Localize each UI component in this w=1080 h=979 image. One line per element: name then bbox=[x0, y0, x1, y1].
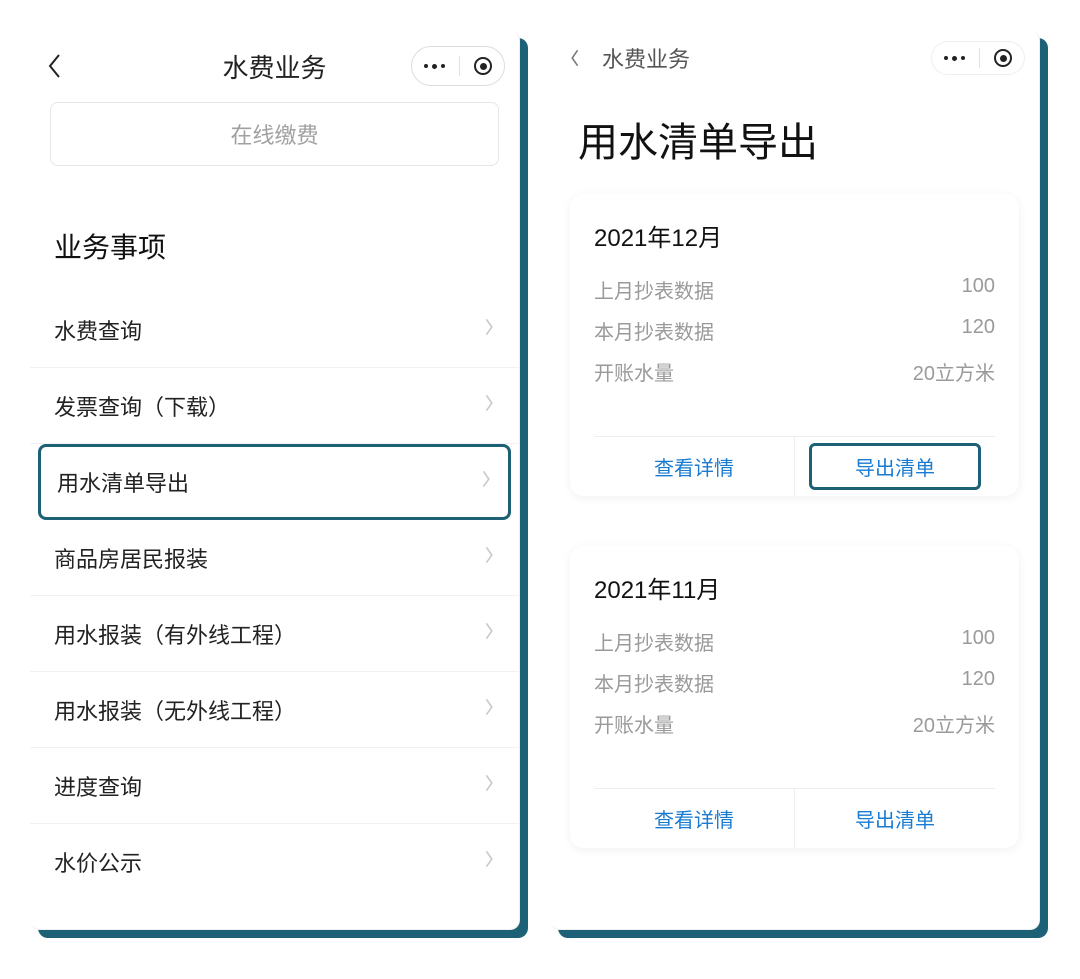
list-item[interactable]: 水费查询 bbox=[30, 292, 519, 368]
usage-card-list: 2021年12月上月抄表数据100本月抄表数据120开账水量20立方米查看详情导… bbox=[550, 194, 1039, 848]
row-label: 本月抄表数据 bbox=[594, 668, 714, 697]
close-target-icon[interactable] bbox=[994, 49, 1012, 67]
header-title: 水费业务 bbox=[602, 42, 690, 74]
screen-water-business: 水费业务 在线缴费 业务事项 水费查询发票查询（下载） 用水清单导出商品房居民报装… bbox=[30, 30, 520, 930]
online-pay-card: 在线缴费 bbox=[30, 102, 519, 176]
more-icon[interactable] bbox=[424, 64, 445, 69]
business-list: 水费查询发票查询（下载） 用水清单导出商品房居民报装用水报装（有外线工程） 用水报装… bbox=[30, 292, 519, 900]
online-pay-label: 在线缴费 bbox=[230, 118, 318, 150]
list-item-label: 商品房居民报装 bbox=[54, 542, 208, 574]
row-prev-meter: 上月抄表数据 100 bbox=[594, 621, 995, 662]
close-target-icon[interactable] bbox=[474, 57, 492, 75]
wechat-capsule[interactable] bbox=[411, 46, 505, 86]
row-value: 20立方米 bbox=[913, 709, 995, 738]
list-item-label: 水价公示 bbox=[54, 846, 142, 878]
back-icon[interactable] bbox=[564, 48, 584, 68]
chevron-right-icon bbox=[484, 393, 495, 419]
action-label: 查看详情 bbox=[654, 452, 734, 481]
row-billed-amount: 开账水量 20立方米 bbox=[594, 351, 995, 392]
more-icon[interactable] bbox=[944, 56, 965, 61]
chevron-right-icon bbox=[484, 621, 495, 647]
list-item[interactable]: 用水报装（无外线工程） bbox=[30, 672, 519, 748]
row-this-meter: 本月抄表数据 120 bbox=[594, 310, 995, 351]
chevron-right-icon bbox=[484, 773, 495, 799]
row-label: 本月抄表数据 bbox=[594, 316, 714, 345]
card-actions: 查看详情 导出清单 bbox=[594, 436, 995, 496]
action-label: 导出清单 bbox=[855, 452, 935, 481]
row-this-meter: 本月抄表数据 120 bbox=[594, 662, 995, 703]
page-heading: 用水清单导出 bbox=[550, 86, 1039, 194]
titlebar: 水费业务 bbox=[30, 30, 519, 102]
action-label: 查看详情 bbox=[654, 804, 734, 833]
action-label: 导出清单 bbox=[855, 804, 935, 833]
row-billed-amount: 开账水量 20立方米 bbox=[594, 703, 995, 744]
list-item[interactable]: 水价公示 bbox=[30, 824, 519, 900]
list-item-label: 用水清单导出 bbox=[57, 466, 189, 498]
list-item[interactable]: 发票查询（下载） bbox=[30, 368, 519, 444]
chevron-right-icon bbox=[484, 697, 495, 723]
row-value: 100 bbox=[962, 275, 995, 304]
row-value: 100 bbox=[962, 627, 995, 656]
card-actions: 查看详情 导出清单 bbox=[594, 788, 995, 848]
usage-card: 2021年12月上月抄表数据 100 本月抄表数据 120 开账水量 20立方米查看详情 导… bbox=[570, 194, 1019, 496]
row-label: 上月抄表数据 bbox=[594, 627, 714, 656]
chevron-right-icon bbox=[481, 469, 492, 495]
export-list-button[interactable]: 导出清单 bbox=[794, 437, 995, 496]
view-details-button[interactable]: 查看详情 bbox=[594, 789, 794, 848]
view-details-button[interactable]: 查看详情 bbox=[594, 437, 794, 496]
list-item[interactable]: 进度查询 bbox=[30, 748, 519, 824]
chevron-right-icon bbox=[484, 317, 495, 343]
row-value: 20立方米 bbox=[913, 357, 995, 386]
back-icon[interactable] bbox=[44, 56, 64, 76]
list-item-label: 进度查询 bbox=[54, 770, 142, 802]
capsule-divider bbox=[459, 56, 460, 76]
capsule-divider bbox=[979, 48, 980, 68]
screen-export-water-list: 水费业务 用水清单导出 2021年12月上月抄表数据 100 本月抄表数据 120 开账… bbox=[550, 30, 1040, 930]
chevron-right-icon bbox=[484, 545, 495, 571]
export-list-button[interactable]: 导出清单 bbox=[794, 789, 995, 848]
list-item-label: 水费查询 bbox=[54, 314, 142, 346]
row-label: 上月抄表数据 bbox=[594, 275, 714, 304]
row-label: 开账水量 bbox=[594, 709, 674, 738]
chevron-right-icon bbox=[484, 849, 495, 875]
row-label: 开账水量 bbox=[594, 357, 674, 386]
wechat-capsule[interactable] bbox=[931, 41, 1025, 75]
card-title: 2021年11月 bbox=[594, 570, 995, 605]
section-title: 业务事项 bbox=[30, 176, 519, 292]
list-item-label: 用水报装（无外线工程） bbox=[54, 694, 296, 726]
card-title: 2021年12月 bbox=[594, 218, 995, 253]
titlebar: 水费业务 bbox=[550, 30, 1039, 86]
list-item-export-water-list[interactable]: 用水清单导出 bbox=[38, 444, 511, 520]
row-prev-meter: 上月抄表数据 100 bbox=[594, 269, 995, 310]
usage-card: 2021年11月上月抄表数据 100 本月抄表数据 120 开账水量 20立方米查看详情 导… bbox=[570, 546, 1019, 848]
list-item[interactable]: 商品房居民报装 bbox=[30, 520, 519, 596]
list-item-label: 用水报装（有外线工程） bbox=[54, 618, 296, 650]
list-item-label: 发票查询（下载） bbox=[54, 390, 230, 422]
row-value: 120 bbox=[962, 316, 995, 345]
online-pay-button[interactable]: 在线缴费 bbox=[50, 102, 499, 166]
list-item[interactable]: 用水报装（有外线工程） bbox=[30, 596, 519, 672]
row-value: 120 bbox=[962, 668, 995, 697]
